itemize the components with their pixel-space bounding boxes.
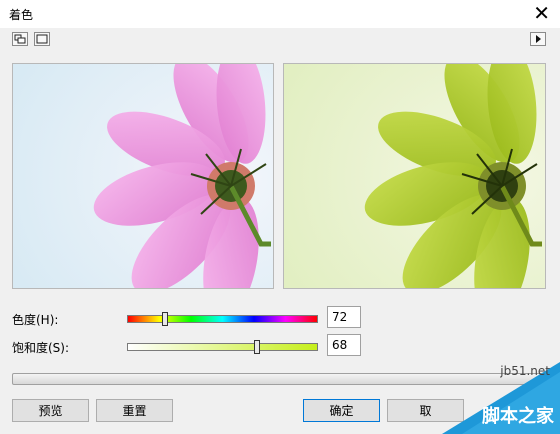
reset-button[interactable]: 重置 <box>96 399 173 422</box>
preview-button[interactable]: 预览 <box>12 399 89 422</box>
tinted-flower-image <box>284 64 545 288</box>
single-preview-icon <box>36 34 48 44</box>
expand-button[interactable] <box>530 32 546 46</box>
dual-preview-icon <box>14 34 26 44</box>
ok-button[interactable]: 确定 <box>303 399 380 422</box>
original-flower-image <box>13 64 273 288</box>
hue-label: 色度(H): <box>12 313 59 327</box>
watermark-url: jb51.net <box>500 364 550 378</box>
result-preview <box>283 63 546 289</box>
saturation-label: 饱和度(S): <box>12 341 70 355</box>
saturation-value-input[interactable]: 68 <box>327 334 361 356</box>
hue-value-input[interactable]: 72 <box>327 306 361 328</box>
single-preview-button[interactable] <box>34 32 50 46</box>
hue-slider-thumb[interactable] <box>162 312 169 326</box>
saturation-slider-track[interactable] <box>127 343 318 351</box>
hue-slider-track[interactable] <box>127 315 318 323</box>
original-preview <box>12 63 274 289</box>
saturation-slider-thumb[interactable] <box>253 340 260 354</box>
close-icon[interactable]: ✕ <box>533 2 550 24</box>
title-bar: 着色 ✕ <box>0 0 560 28</box>
watermark-text: 脚本之家 <box>482 406 554 427</box>
dual-preview-button[interactable] <box>12 32 28 46</box>
expand-arrow-icon <box>536 35 541 43</box>
watermark: jb51.net 脚本之家 <box>442 362 560 434</box>
dialog-title: 着色 <box>9 8 34 22</box>
